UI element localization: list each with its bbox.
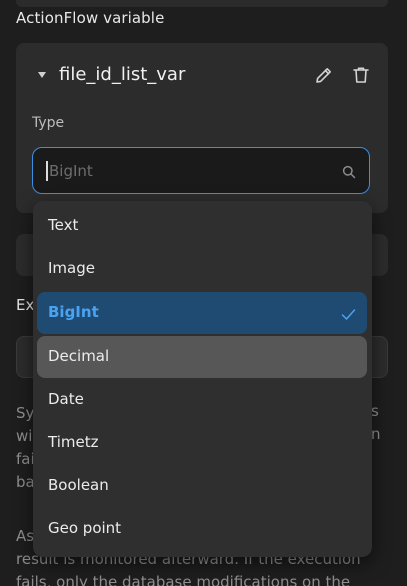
paragraph-line-end: s <box>371 402 379 420</box>
option-label: BigInt <box>48 303 99 321</box>
option-timetz[interactable]: Timetz <box>37 422 367 464</box>
section-heading-fragment: Ex <box>16 296 35 314</box>
type-search-field[interactable] <box>32 147 370 194</box>
section-title: ActionFlow variable <box>16 9 165 27</box>
option-boolean[interactable]: Boolean <box>37 465 367 507</box>
option-date[interactable]: Date <box>37 379 367 421</box>
option-label: Boolean <box>48 476 109 494</box>
variable-name: file_id_list_var <box>59 64 186 85</box>
option-text[interactable]: Text <box>37 205 367 247</box>
option-image[interactable]: Image <box>37 248 367 290</box>
option-label: Decimal <box>48 347 110 365</box>
paragraph-line: fails, only the database modifications o… <box>16 573 351 586</box>
option-label: Image <box>48 259 95 277</box>
page: ActionFlow variable file_id_list_var Typ… <box>0 0 407 586</box>
search-icon <box>342 164 356 179</box>
option-label: Text <box>48 216 79 234</box>
type-search-input[interactable] <box>46 160 319 182</box>
option-bigint[interactable]: BigInt <box>37 292 367 334</box>
previous-panel-edge <box>16 0 388 7</box>
pencil-icon[interactable] <box>314 65 334 85</box>
type-dropdown-menu: Text Image BigInt Decimal Date Timetz Bo… <box>33 201 372 557</box>
option-geo-point[interactable]: Geo point <box>37 508 367 550</box>
paragraph-line-end: n <box>371 425 381 443</box>
collapse-caret-icon[interactable] <box>38 72 46 78</box>
option-label: Timetz <box>48 433 99 451</box>
checkmark-icon <box>341 306 356 320</box>
option-label: Geo point <box>48 519 122 537</box>
option-label: Date <box>48 390 84 408</box>
type-label: Type <box>32 115 65 131</box>
trash-icon[interactable] <box>351 65 371 85</box>
option-decimal[interactable]: Decimal <box>37 336 367 378</box>
